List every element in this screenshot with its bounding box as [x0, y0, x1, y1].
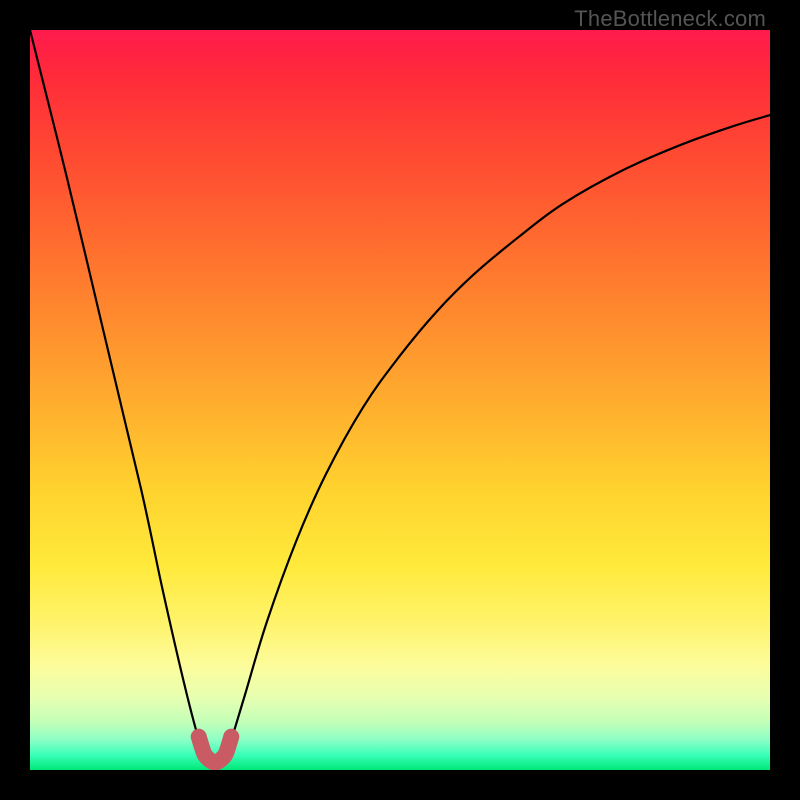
watermark-text: TheBottleneck.com: [574, 6, 766, 32]
outer-frame: TheBottleneck.com: [0, 0, 800, 800]
optimal-marker: [199, 737, 232, 763]
chart-svg: [30, 30, 770, 770]
plot-area: [30, 30, 770, 770]
bottleneck-curve: [30, 30, 770, 763]
